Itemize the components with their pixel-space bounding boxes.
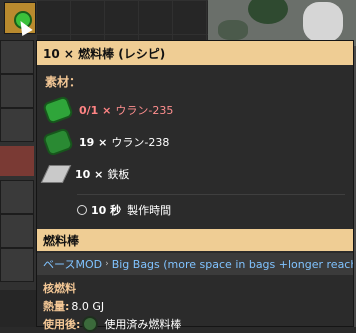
ingredient-row: 10 × 鉄板 [40, 158, 353, 190]
fuel-value: 8.0 GJ [71, 299, 105, 313]
used-up-fuel-cell-icon [82, 316, 99, 332]
fuel-category-label: 核燃料 [43, 282, 76, 295]
divider [77, 194, 345, 195]
ingredient-amount: 19 × [79, 135, 108, 149]
inventory-slot[interactable] [0, 290, 36, 327]
ingredient-amount: 0/1 × [79, 103, 112, 117]
ingredient-name: ウラン-238 [111, 136, 170, 149]
recipe-tooltip: 10 × 燃料棒 (レシピ) 素材： 0/1 × ウラン-235 19 × ウラ… [36, 40, 354, 332]
terrain-tree [248, 0, 288, 24]
terrain-rock [303, 2, 343, 42]
ingredient-row: 0/1 × ウラン-235 [42, 94, 353, 126]
terrain-tree [218, 20, 248, 40]
crafting-time-row: 10 秒 製作時間 [77, 201, 353, 219]
inventory-slot[interactable] [0, 40, 34, 74]
iron-plate-icon [40, 165, 72, 183]
inventory-slot[interactable] [0, 74, 34, 108]
ingredient-amount: 10 × [75, 167, 104, 181]
fuel-value-row: 熱量: 8.0 GJ [43, 297, 353, 315]
crafting-time-value: 10 秒 [91, 204, 122, 217]
mod-name: Big Bags (more space in bags +longer rea… [111, 257, 353, 271]
recipe-title: 10 × 燃料棒 (レシピ) [37, 41, 353, 65]
ingredient-row: 19 × ウラン-238 [42, 126, 353, 158]
mod-separator: › [105, 259, 109, 269]
uranium-238-icon [42, 127, 74, 157]
base-mod-label: ベースMOD [43, 258, 103, 271]
inventory-slot[interactable] [0, 146, 34, 176]
inventory-slot[interactable] [0, 214, 34, 248]
ingredients-label: 素材： [45, 75, 82, 89]
uranium-235-icon [42, 95, 74, 125]
burnt-result-row: 使用後: 使用済み燃料棒 [43, 315, 353, 333]
fuel-value-label: 熱量: [43, 300, 70, 313]
clock-icon [77, 205, 87, 215]
ingredient-name: 鉄板 [107, 168, 130, 181]
mod-source-row: ベースMOD › Big Bags (more space in bags +l… [37, 253, 353, 275]
inventory-slot[interactable] [0, 108, 34, 142]
ingredient-name: ウラン-235 [115, 104, 174, 117]
item-title: 燃料棒 [37, 229, 353, 251]
inventory-slot[interactable] [0, 180, 34, 214]
crafting-grid [36, 0, 208, 40]
burnt-result-label: 使用後: [43, 318, 81, 331]
crafting-time-label: 製作時間 [127, 204, 172, 217]
fuel-category: 核燃料 [43, 279, 353, 297]
inventory-slot[interactable] [0, 248, 34, 282]
burnt-result: 使用済み燃料棒 [104, 318, 182, 331]
